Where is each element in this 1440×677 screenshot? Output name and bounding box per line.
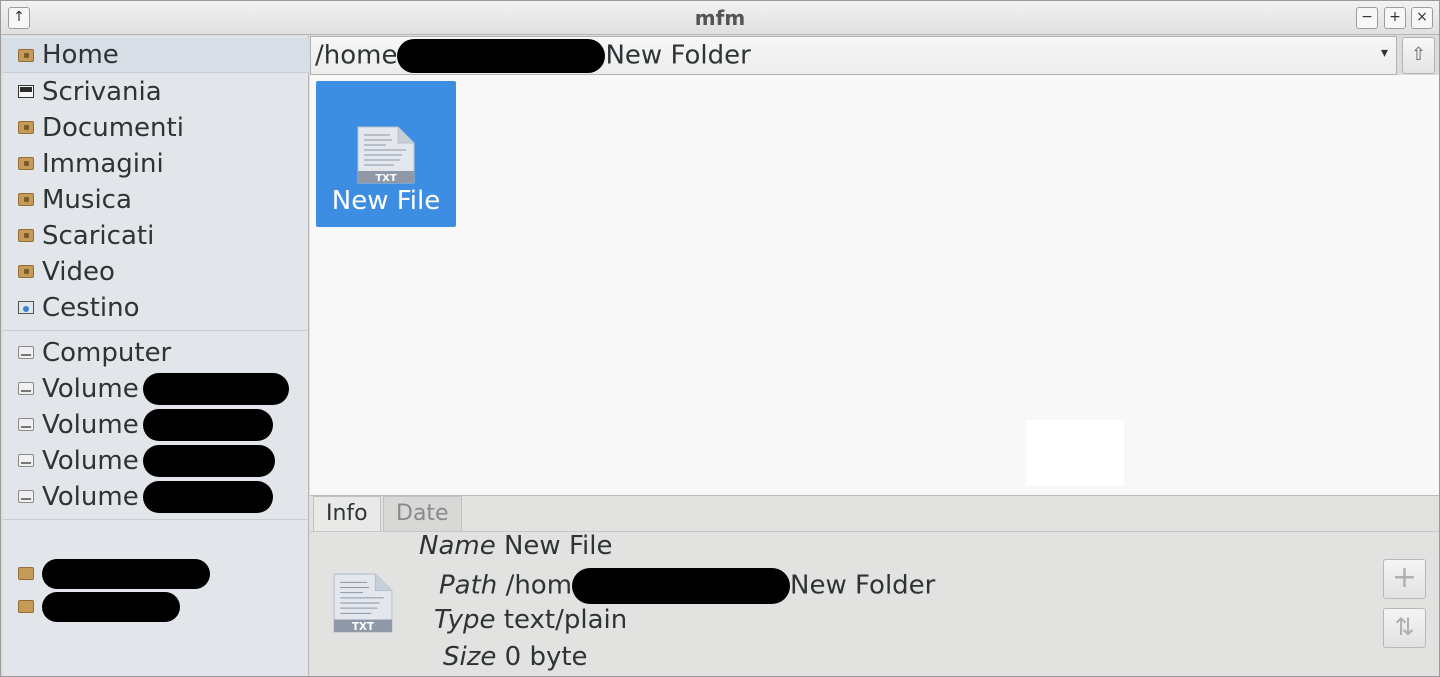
dropdown-arrow-icon[interactable]: ▾ <box>1381 45 1388 61</box>
sidebar-item-label: Video <box>42 256 115 287</box>
sidebar-item-cestino[interactable]: Cestino <box>3 290 309 325</box>
info-type-row: Type text/plain <box>434 605 627 635</box>
blank-region <box>1026 420 1124 486</box>
text-file-icon: TXT <box>356 125 416 189</box>
redaction <box>397 38 606 73</box>
folder-icon <box>18 567 34 580</box>
redaction <box>42 591 180 622</box>
file-item[interactable]: TXT New File <box>316 81 456 227</box>
sidebar-item-immagini[interactable]: Immagini <box>3 146 309 181</box>
drive-icon <box>18 490 34 503</box>
go-up-button[interactable]: ⇧ <box>1402 37 1435 74</box>
info-panel: Info Date TXT Name New File Path /hom Ne… <box>310 495 1439 676</box>
redaction <box>142 444 275 477</box>
title-bar[interactable]: ↑ mfm − + × <box>1 1 1439 35</box>
info-value: New File <box>503 531 613 561</box>
sidebar-item-label: Immagini <box>42 148 164 179</box>
sidebar-item-musica[interactable]: Musica <box>3 182 309 217</box>
maximize-button[interactable]: + <box>1384 7 1406 29</box>
sidebar-item-computer[interactable]: Computer <box>3 335 309 370</box>
info-value: New Folder <box>790 570 936 601</box>
sidebar-item-label: Cestino <box>42 292 140 323</box>
sidebar-item-volume[interactable]: Volume <box>3 479 309 514</box>
mfm-window: ↑ mfm − + × Home Scrivania Documenti Imm… <box>0 0 1440 677</box>
sort-button[interactable]: ⇅ <box>1383 608 1426 648</box>
music-folder-icon <box>18 193 34 206</box>
sidebar: Home Scrivania Documenti Immagini Musica… <box>3 36 309 676</box>
sidebar-item-label: Volume <box>42 373 139 404</box>
file-view[interactable]: TXT New File <box>310 75 1439 495</box>
sidebar-separator <box>3 330 309 331</box>
sidebar-item-label: Computer <box>42 337 172 368</box>
redaction <box>142 480 273 513</box>
info-key: Name <box>419 531 496 561</box>
info-key: Size <box>443 642 497 672</box>
path-suffix: New Folder <box>605 40 751 70</box>
desktop-icon <box>18 85 34 98</box>
sidebar-separator <box>3 519 309 520</box>
info-path-row: Path /hom New Folder <box>439 568 935 604</box>
add-button[interactable]: + <box>1383 559 1426 599</box>
window-title: mfm <box>694 6 746 30</box>
info-value: 0 byte <box>504 642 588 672</box>
sidebar-item-video[interactable]: Video <box>3 254 309 289</box>
sidebar-item-volume[interactable]: Volume <box>3 443 309 478</box>
tab-info[interactable]: Info <box>313 496 381 532</box>
drive-icon <box>18 346 34 359</box>
home-folder-icon <box>18 48 34 62</box>
info-key: Type <box>434 605 496 635</box>
redaction <box>142 408 273 441</box>
redaction <box>572 568 791 604</box>
info-value: text/plain <box>503 605 628 635</box>
sidebar-item-label: Scaricati <box>42 220 155 251</box>
sidebar-item-volume[interactable]: Volume <box>3 407 309 442</box>
sidebar-bookmark[interactable] <box>3 556 309 591</box>
documents-folder-icon <box>18 121 34 134</box>
path-prefix: /home <box>315 40 398 70</box>
drive-icon <box>18 418 34 431</box>
minimize-button[interactable]: − <box>1356 7 1378 29</box>
tab-date[interactable]: Date <box>383 496 462 532</box>
sidebar-item-label: Home <box>42 40 119 70</box>
sidebar-item-label: Musica <box>42 184 132 215</box>
redaction <box>42 558 210 589</box>
info-value: /hom <box>505 570 573 601</box>
sidebar-item-home[interactable]: Home <box>3 38 309 73</box>
sidebar-item-scaricati[interactable]: Scaricati <box>3 218 309 253</box>
info-size-row: Size 0 byte <box>443 642 588 672</box>
sidebar-item-label: Volume <box>42 445 139 476</box>
sidebar-item-scrivania[interactable]: Scrivania <box>3 74 309 109</box>
text-file-icon: TXT <box>332 572 394 638</box>
path-text: /home New Folder <box>311 38 751 73</box>
drive-icon <box>18 454 34 467</box>
sidebar-item-documenti[interactable]: Documenti <box>3 110 309 145</box>
trash-icon <box>18 301 34 314</box>
redaction <box>142 372 289 405</box>
folder-icon <box>18 600 34 613</box>
sidebar-bookmark[interactable] <box>3 589 309 624</box>
downloads-folder-icon <box>18 229 34 242</box>
info-name-row: Name New File <box>419 531 612 561</box>
drive-icon <box>18 382 34 395</box>
sidebar-item-label: Documenti <box>42 112 184 143</box>
file-name: New File <box>331 186 441 216</box>
path-combobox[interactable]: /home New Folder ▾ <box>310 36 1397 75</box>
sidebar-item-label: Scrivania <box>42 76 162 107</box>
sidebar-item-label: Volume <box>42 409 139 440</box>
svg-text:TXT: TXT <box>352 621 374 633</box>
info-key: Path <box>439 570 498 601</box>
videos-folder-icon <box>18 265 34 278</box>
sidebar-item-volume[interactable]: Volume <box>3 371 309 406</box>
svg-text:TXT: TXT <box>375 173 397 184</box>
sidebar-item-label: Volume <box>42 481 139 512</box>
close-button[interactable]: × <box>1411 7 1433 29</box>
pictures-folder-icon <box>18 157 34 170</box>
